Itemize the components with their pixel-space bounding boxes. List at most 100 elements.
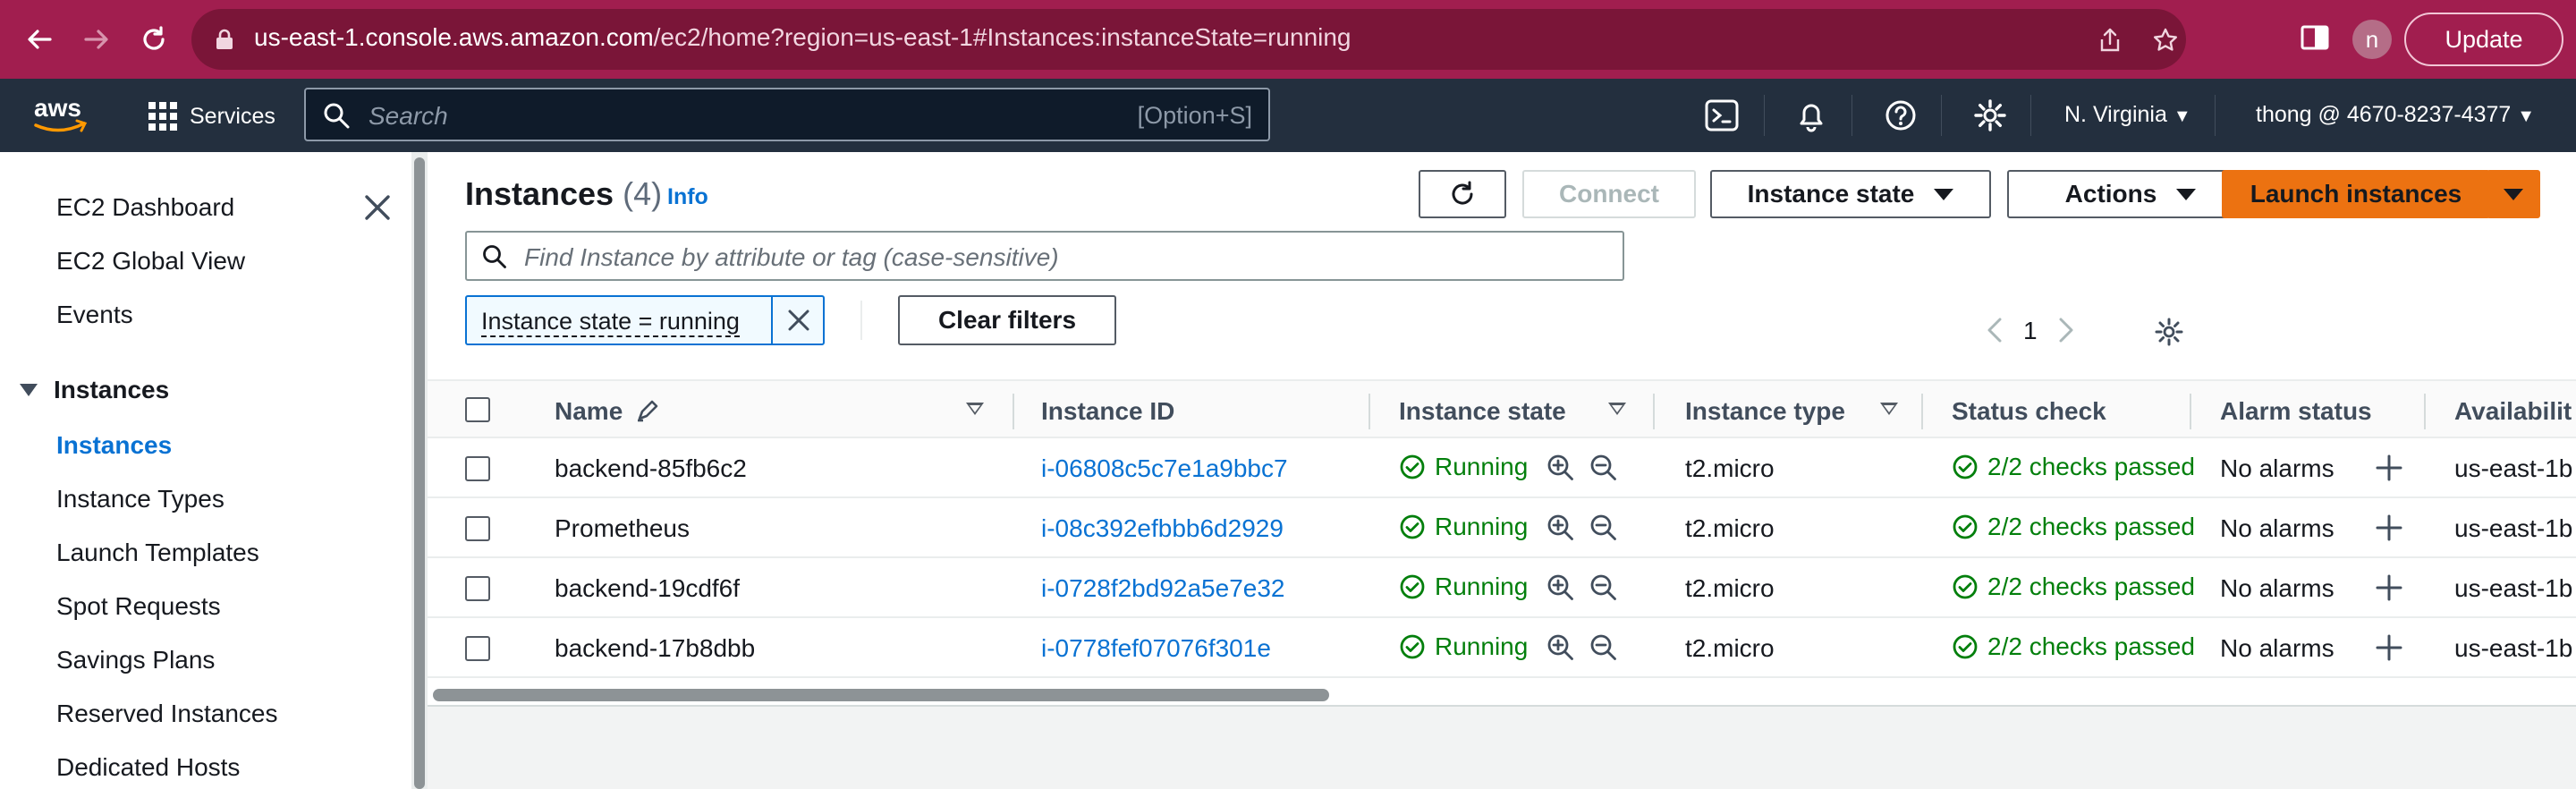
cloudshell-icon[interactable] [1703,97,1741,134]
select-all-checkbox[interactable] [465,397,490,422]
sidebar-item-instance-types[interactable]: Instance Types [56,485,225,513]
bookmark-star-icon[interactable] [2152,27,2179,54]
column-resizer[interactable] [2424,394,2426,429]
zoom-out-icon[interactable] [1589,632,1619,663]
instance-id-link[interactable]: i-08c392efbbb6d2929 [1041,514,1284,543]
side-panel-icon[interactable] [2299,21,2331,54]
table-row[interactable]: backend-19cdf6f i-0728f2bd92a5e7e32 Runn… [428,558,2576,618]
sidebar-item-savings-plans[interactable]: Savings Plans [56,646,215,674]
info-link[interactable]: Info [667,184,708,210]
table-header: Name Instance ID Instance state Instance… [428,379,2576,438]
column-header-instance-type[interactable]: Instance type [1685,397,1845,426]
table-row[interactable]: backend-17b8dbb i-0778fef07076f301e Runn… [428,618,2576,678]
table-row[interactable]: Prometheus i-08c392efbbb6d2929 Running t… [428,498,2576,558]
column-resizer[interactable] [1921,394,1923,429]
status-check: 2/2 checks passed [1952,632,2195,661]
share-icon[interactable] [2097,27,2123,54]
instance-state-dropdown[interactable]: Instance state [1710,170,1991,218]
column-header-availability-zone[interactable]: Availabilit [2454,397,2572,426]
column-header-status-check[interactable]: Status check [1952,397,2106,426]
launch-instances-button[interactable]: Launch instances [2222,170,2490,218]
column-resizer[interactable] [1653,394,1655,429]
global-search-input[interactable]: Search [Option+S] [304,88,1270,141]
address-bar[interactable]: us-east-1.console.aws.amazon.com/ec2/hom… [191,9,2186,70]
sidebar-group-instances[interactable]: Instances [20,376,169,404]
sidebar-item-ec2-dashboard[interactable]: EC2 Dashboard [56,193,234,222]
zoom-in-icon[interactable] [1546,513,1576,543]
aws-logo-icon[interactable]: aws [30,91,89,136]
forward-arrow-icon[interactable] [77,20,116,59]
sort-icon[interactable] [1880,403,1898,415]
column-resizer[interactable] [1013,394,1014,429]
back-arrow-icon[interactable] [20,20,59,59]
add-alarm-plus-icon[interactable] [2374,513,2404,543]
close-icon[interactable] [361,191,394,224]
instance-state-label: Instance state [1747,180,1915,208]
remove-filter-button[interactable] [771,297,825,344]
zoom-in-icon[interactable] [1546,573,1576,603]
sidebar-item-dedicated-hosts[interactable]: Dedicated Hosts [56,753,240,782]
previous-page-icon[interactable] [1984,317,2005,344]
check-circle-icon [1953,514,1978,539]
clear-filters-button[interactable]: Clear filters [898,295,1116,345]
alarm-status: No alarms [2220,634,2334,662]
availability-zone: us-east-1b [2454,634,2573,662]
column-header-instance-state[interactable]: Instance state [1399,397,1566,426]
zoom-out-icon[interactable] [1589,453,1619,483]
add-alarm-plus-icon[interactable] [2374,573,2404,603]
instance-id-link[interactable]: i-0728f2bd92a5e7e32 [1041,574,1284,603]
update-button[interactable]: Update [2404,13,2563,66]
add-alarm-plus-icon[interactable] [2374,632,2404,663]
refresh-icon [1452,181,1473,205]
table-preferences-gear-icon[interactable] [2154,317,2184,347]
filter-token[interactable]: Instance state = running [465,295,825,345]
row-checkbox[interactable] [465,576,490,601]
sidebar-scrollbar[interactable] [414,157,425,789]
instance-filter-input[interactable]: Find Instance by attribute or tag (case-… [465,231,1624,281]
current-page[interactable]: 1 [2023,317,2038,345]
table-row[interactable]: backend-85fb6c2 i-06808c5c7e1a9bbc7 Runn… [428,438,2576,498]
row-checkbox[interactable] [465,636,490,661]
sort-icon[interactable] [1608,403,1626,415]
services-menu[interactable]: Services [148,97,275,136]
sidebar-item-reserved-instances[interactable]: Reserved Instances [56,700,277,728]
status-check: 2/2 checks passed [1952,573,2195,601]
next-page-icon[interactable] [2055,317,2077,344]
actions-dropdown[interactable]: Actions [2007,170,2254,218]
sidebar-item-instances[interactable]: Instances [56,431,172,460]
check-circle-icon [1953,454,1978,479]
instance-id-link[interactable]: i-06808c5c7e1a9bbc7 [1041,454,1288,483]
instance-id-link[interactable]: i-0778fef07076f301e [1041,634,1271,663]
account-menu[interactable]: thong @ 4670-8237-4377 ▼ [2256,102,2535,128]
settings-gear-icon[interactable] [1971,97,2009,134]
filter-token-label[interactable]: Instance state = running [481,308,740,337]
connect-button[interactable]: Connect [1522,170,1696,218]
check-circle-icon [1400,634,1425,659]
sidebar-item-spot-requests[interactable]: Spot Requests [56,592,221,621]
profile-avatar[interactable]: n [2352,20,2392,59]
table-horizontal-scrollbar[interactable] [433,689,1329,701]
row-checkbox[interactable] [465,516,490,541]
column-header-instance-id[interactable]: Instance ID [1041,397,1174,426]
add-alarm-plus-icon[interactable] [2374,453,2404,483]
column-header-alarm-status[interactable]: Alarm status [2220,397,2372,426]
zoom-out-icon[interactable] [1589,513,1619,543]
sort-icon[interactable] [966,403,984,415]
sidebar-item-launch-templates[interactable]: Launch Templates [56,539,259,567]
sidebar-item-events[interactable]: Events [56,301,133,329]
column-resizer[interactable] [1368,394,1370,429]
reload-icon[interactable] [134,20,174,59]
notifications-bell-icon[interactable] [1792,97,1830,134]
column-header-name[interactable]: Name [555,397,660,426]
zoom-in-icon[interactable] [1546,632,1576,663]
column-resizer[interactable] [2190,394,2191,429]
sidebar-item-ec2-global-view[interactable]: EC2 Global View [56,247,245,276]
region-selector[interactable]: N. Virginia ▼ [2064,102,2191,128]
launch-instances-dropdown[interactable] [2487,170,2540,218]
refresh-button[interactable] [1419,170,1506,218]
instance-type: t2.micro [1685,634,1775,662]
help-icon[interactable] [1882,97,1919,134]
zoom-in-icon[interactable] [1546,453,1576,483]
zoom-out-icon[interactable] [1589,573,1619,603]
row-checkbox[interactable] [465,456,490,481]
